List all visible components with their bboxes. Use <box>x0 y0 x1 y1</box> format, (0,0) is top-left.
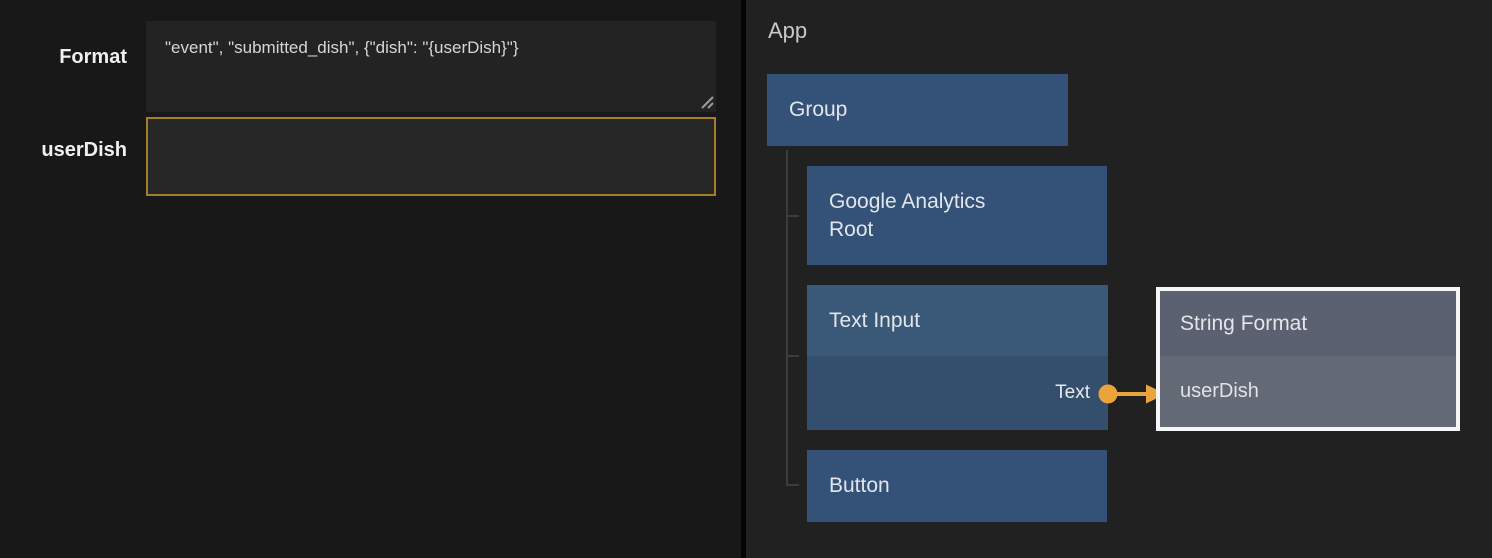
node-string-format-ports: userDish <box>1160 356 1456 427</box>
node-text-input-label: Text Input <box>829 309 920 333</box>
node-google-analytics-root-label: Google Analytics Root <box>829 188 985 244</box>
tree-root-app[interactable]: App <box>768 18 807 44</box>
tree-branch-line <box>786 150 788 486</box>
format-label: Format <box>0 45 127 69</box>
format-textarea[interactable]: "event", "submitted_dish", {"dish": "{us… <box>146 21 716 112</box>
text-output-port-label[interactable]: Text <box>1055 382 1090 404</box>
node-text-input-ports: Text <box>807 356 1108 430</box>
node-group[interactable]: Group <box>767 74 1068 146</box>
node-text-input[interactable]: Text Input Text <box>807 285 1108 430</box>
node-string-format-label: String Format <box>1180 312 1307 336</box>
inspector-panel: Format "event", "submitted_dish", {"dish… <box>0 0 741 558</box>
node-string-format-selected[interactable]: String Format userDish <box>1156 287 1460 431</box>
node-tree-panel: App Group Google Analytics Root Text Inp… <box>746 0 1492 558</box>
userdish-input-port-label[interactable]: userDish <box>1180 380 1259 403</box>
app-window: Format "event", "submitted_dish", {"dish… <box>0 0 1492 558</box>
node-button[interactable]: Button <box>807 450 1107 522</box>
userdish-label: userDish <box>0 138 127 162</box>
node-text-input-header[interactable]: Text Input <box>807 285 1108 356</box>
node-google-analytics-root[interactable]: Google Analytics Root <box>807 166 1107 265</box>
userdish-input[interactable] <box>146 117 716 196</box>
tree-stub-line <box>786 355 799 357</box>
node-string-format-header[interactable]: String Format <box>1160 291 1456 356</box>
tree-stub-line <box>786 215 799 217</box>
node-group-label: Group <box>789 98 847 122</box>
node-button-label: Button <box>829 474 890 498</box>
tree-stub-line <box>786 484 799 486</box>
